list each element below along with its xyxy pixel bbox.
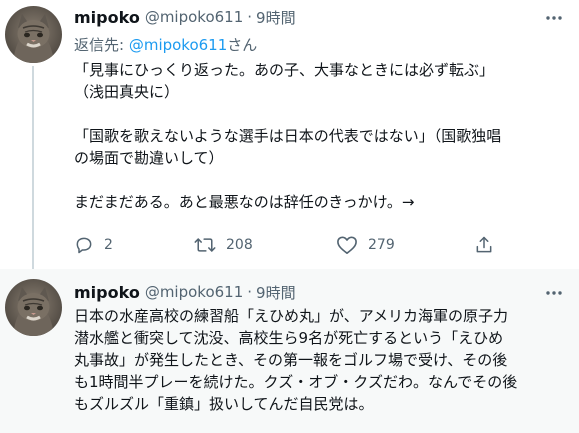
tweet-text: 「見事にひっくり返った。あの子、大事なときには必ず転ぶ」 （浅田真央に） 「国歌…	[74, 61, 502, 211]
retweet-icon	[194, 238, 216, 252]
separator-dot: ·	[247, 283, 253, 301]
user-handle[interactable]: @mipoko611	[145, 283, 243, 301]
display-name[interactable]: mipoko	[74, 8, 140, 27]
timestamp[interactable]: 9時間	[256, 282, 296, 303]
more-options-button[interactable]	[541, 8, 567, 28]
like-count: 279	[368, 237, 395, 253]
thread-line	[32, 66, 34, 273]
more-horizontal-icon	[546, 291, 562, 295]
retweet-count: 208	[226, 237, 253, 253]
tweet-main[interactable]: mipoko @mipoko611 · 9時間 日本の水産高校の練習船「えひめ丸…	[0, 269, 579, 433]
user-handle[interactable]: @mipoko611	[145, 8, 243, 26]
more-horizontal-icon	[546, 16, 562, 20]
more-options-button[interactable]	[541, 283, 567, 303]
display-name[interactable]: mipoko	[74, 283, 140, 302]
timestamp[interactable]: 9時間	[256, 7, 296, 28]
cat-avatar-icon	[5, 279, 62, 336]
tweet-content: mipoko @mipoko611 · 9時間 日本の水産高校の練習船「えひめ丸…	[74, 281, 567, 415]
tweet-header: mipoko @mipoko611 · 9時間	[74, 6, 567, 28]
share-icon	[476, 236, 492, 253]
separator-dot: ·	[247, 8, 253, 26]
tweet-content: mipoko @mipoko611 · 9時間 返信先: @mipoko611さ…	[74, 6, 567, 213]
cat-avatar-icon	[5, 6, 62, 63]
share-button[interactable]	[474, 232, 494, 258]
like-icon	[337, 236, 357, 254]
reply-prefix: 返信先:	[74, 36, 129, 54]
tweet-header: mipoko @mipoko611 · 9時間	[74, 281, 567, 303]
tweet-reply[interactable]: mipoko @mipoko611 · 9時間 返信先: @mipoko611さ…	[0, 0, 579, 273]
reply-mention-link[interactable]: @mipoko611	[129, 36, 227, 54]
avatar[interactable]	[5, 279, 62, 336]
retweet-button[interactable]: 208	[194, 232, 253, 258]
tweet-text: 日本の水産高校の練習船「えひめ丸」が、アメリカ海軍の原子力 潜水艦と衝突して沈没…	[74, 307, 518, 413]
avatar[interactable]	[5, 6, 62, 63]
reply-context: 返信先: @mipoko611さん	[74, 34, 567, 55]
reply-icon	[76, 237, 92, 254]
reply-suffix: さん	[227, 36, 258, 54]
tweet-actions: 2 208 279	[74, 232, 504, 258]
reply-button[interactable]: 2	[74, 232, 113, 258]
reply-count: 2	[104, 237, 113, 253]
like-button[interactable]: 279	[336, 232, 395, 258]
